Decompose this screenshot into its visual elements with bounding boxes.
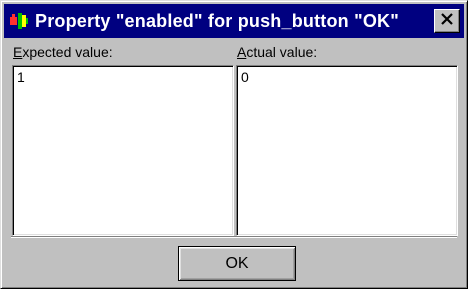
close-icon [440,12,454,30]
actual-label-mnemonic: A [237,44,247,60]
dialog-window: Property "enabled" for push_button "OK" … [0,0,468,289]
expected-value-label: Expected value: [13,44,113,60]
window-title: Property "enabled" for push_button "OK" [35,10,399,31]
app-icon [8,10,30,32]
expected-label-text: xpected value: [22,44,113,60]
title-bar[interactable]: Property "enabled" for push_button "OK" [4,4,464,38]
actual-label-text: ctual value: [246,44,318,60]
actual-value-label: Actual value: [237,44,317,60]
close-button[interactable] [434,9,460,33]
actual-value-text: 0 [241,69,249,85]
divider [11,236,457,238]
expected-value-text: 1 [17,69,25,85]
expected-value-field[interactable]: 1 [12,65,234,236]
expected-label-mnemonic: E [13,44,23,60]
actual-value-field[interactable]: 0 [236,65,458,236]
ok-button[interactable]: OK [178,246,296,281]
ok-button-label: OK [225,254,249,272]
